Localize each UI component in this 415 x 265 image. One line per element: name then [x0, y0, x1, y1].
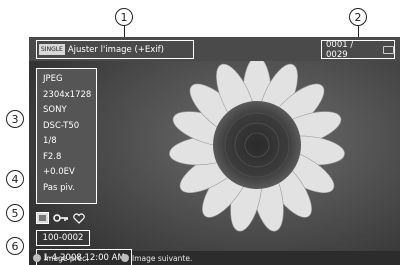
callout-3: 3	[6, 110, 24, 128]
exif-rotation: Pas piv.	[43, 182, 75, 193]
right-button-icon	[121, 254, 129, 262]
callout-1: 1	[115, 8, 133, 26]
callout-4: 4	[6, 170, 24, 188]
display-mode-label: Ajuster l'image (+Exif)	[67, 44, 164, 55]
display-mode-box: SINGLE Ajuster l'image (+Exif)	[36, 40, 194, 59]
next-image-label: Image suivante.	[132, 253, 193, 263]
callout-5: 5	[6, 204, 24, 222]
memory-card-icon	[383, 45, 394, 54]
exif-shutter-speed: 1/8	[43, 136, 57, 146]
exif-model: DSC-T50	[43, 120, 80, 131]
exif-info-panel: JPEG 2304x1728 SONY DSC-T50 1/8 F2.8 +0.…	[36, 68, 97, 204]
image-counter: 0001 / 0029	[326, 39, 354, 60]
exif-format: JPEG	[43, 74, 63, 84]
exif-resolution: 2304x1728	[43, 89, 92, 100]
exif-aperture: F2.8	[43, 151, 62, 162]
exif-maker: SONY	[43, 105, 67, 115]
photo-frame-screen: SINGLE Ajuster l'image (+Exif) 0001 / 00…	[29, 37, 400, 265]
single-mode-badge: SINGLE	[39, 44, 65, 55]
callout-2: 2	[349, 8, 367, 26]
protect-icon	[36, 212, 49, 224]
status-icons-row	[36, 210, 104, 226]
heart-icon	[73, 212, 85, 224]
prev-image-hint: Image préc.	[33, 251, 89, 265]
folder-file-number: 100-0002	[36, 230, 90, 246]
next-image-hint: Image suivante.	[121, 251, 192, 265]
prev-image-label: Image préc.	[44, 253, 89, 263]
callout-6: 6	[6, 237, 24, 255]
left-button-icon	[33, 254, 41, 262]
image-counter-box: 0001 / 0029	[321, 39, 395, 60]
key-icon	[53, 214, 68, 222]
exif-exposure: +0.0EV	[43, 167, 75, 177]
